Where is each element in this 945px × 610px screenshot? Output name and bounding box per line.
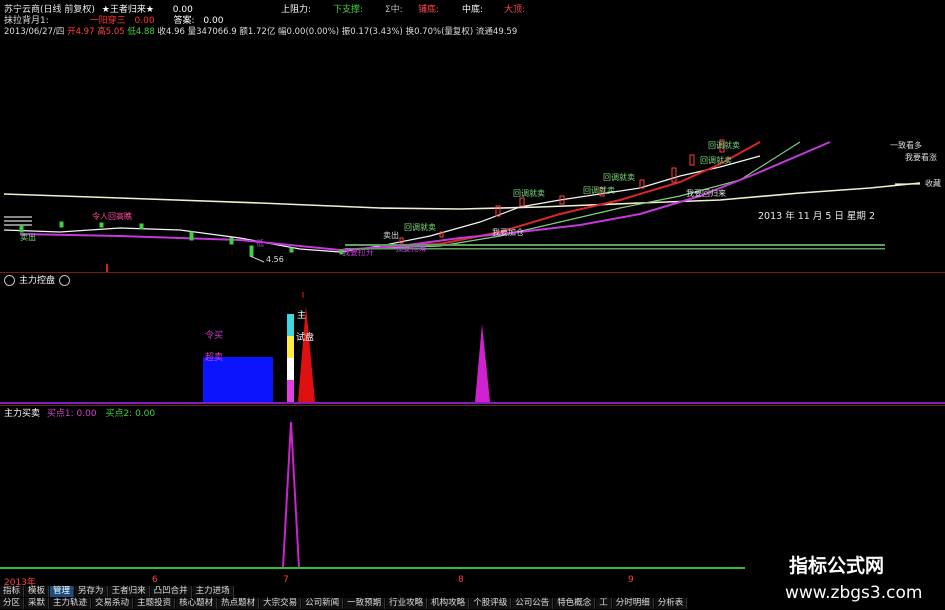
tab-template[interactable]: 模板: [25, 586, 50, 597]
zhong-label: Σ中:: [385, 5, 403, 15]
tab2-14[interactable]: 特色概念: [554, 598, 596, 609]
annot-low: 低: [256, 239, 264, 248]
annot-huitiao-4: 回调就卖: [583, 186, 615, 195]
annot-sell-right: 卖出: [383, 231, 399, 240]
panel2-chart[interactable]: [0, 286, 945, 404]
label-shi-pan: 试盘: [296, 333, 315, 343]
x-label-8: 8: [458, 575, 464, 585]
annot-la-sheng: 我要拉升: [342, 248, 374, 257]
panel-separator-1: [0, 272, 945, 273]
tab2-10[interactable]: 行业攻略: [386, 598, 428, 609]
ma-white: [3, 155, 761, 253]
annot-price-low: 4.56: [266, 255, 284, 264]
stack-magenta: [287, 380, 294, 402]
tab-save-as[interactable]: 另存为: [75, 586, 108, 597]
label-ling-mai: 令买: [205, 331, 224, 341]
tab2-7[interactable]: 大宗交易: [260, 598, 302, 609]
tab2-5[interactable]: 核心题材: [176, 598, 218, 609]
annot-qiang-chou: 我要抢筹: [395, 244, 427, 253]
tab2-6[interactable]: 热点题材: [218, 598, 260, 609]
panel2-dot-icon: [4, 275, 15, 286]
tab-merge[interactable]: 凸凹合并: [150, 586, 192, 597]
label-zhu: 主: [297, 311, 307, 321]
annot-gui-lai: 我要回归来: [686, 189, 726, 198]
annot-yi-zhi: 一致看多: [890, 141, 922, 150]
tab-wang-zhe[interactable]: 王者归来: [108, 586, 150, 597]
panel2-title: 主力控盘: [4, 273, 74, 286]
x-label-7: 7: [283, 575, 289, 585]
annot-huitiao-5: 回调就卖: [513, 189, 545, 198]
watermark: 指标公式网 www.zbgs3.com: [745, 547, 945, 609]
panel2-baseline: [0, 402, 945, 404]
annot-huitiao-2: 回调就卖: [700, 156, 732, 165]
tab2-17[interactable]: 分析表: [654, 598, 688, 609]
magenta-spike: [475, 324, 490, 402]
stack-cyan: [287, 314, 294, 336]
annot-ling-ren: 令人回高瞧: [92, 212, 132, 221]
date-stamp: 2013 年 11 月 5 日 星期 2: [758, 211, 875, 222]
support-label: 下支撑:: [333, 5, 364, 15]
tab2-1[interactable]: 采默: [25, 598, 50, 609]
annot-huitiao-1: 回调就卖: [708, 141, 740, 150]
tab2-16[interactable]: 分时明细: [612, 598, 654, 609]
left-bands: [4, 216, 32, 226]
tab2-13[interactable]: 公司公告: [512, 598, 554, 609]
tab2-4[interactable]: 主题投资: [134, 598, 176, 609]
tab2-12[interactable]: 个股评级: [470, 598, 512, 609]
tab2-9[interactable]: 一致预期: [344, 598, 386, 609]
stack-white: [287, 358, 294, 380]
annot-shou-cang: 收藏: [925, 179, 941, 188]
tab2-0[interactable]: 分区: [0, 598, 25, 609]
top-label: 大顶:: [504, 5, 526, 15]
watermark-url: www.zbgs3.com: [785, 583, 923, 603]
label-chao-mai: 超卖: [205, 353, 224, 363]
watermark-title: 指标公式网: [789, 555, 885, 577]
peak-label: 铺底:: [418, 5, 440, 15]
stack-yellow: [287, 336, 294, 358]
x-label-9: 9: [628, 575, 634, 585]
low-pointer: [249, 255, 265, 263]
tab-zhu-li[interactable]: 主力进场: [192, 586, 234, 597]
tab-indicator[interactable]: 指标: [0, 586, 25, 597]
tab2-15[interactable]: 工: [596, 598, 612, 609]
annot-sell-left: 卖出: [20, 233, 36, 242]
panel2-title-text: 主力控盘: [19, 276, 56, 286]
annot-kan-zhang: 我要看涨: [905, 153, 937, 162]
panel2-dot-icon-2: [59, 275, 71, 286]
tab2-11[interactable]: 机构攻略: [428, 598, 470, 609]
tab2-3[interactable]: 交易杀动: [92, 598, 134, 609]
annot-huitiao-6: 回调就卖: [404, 223, 436, 232]
blue-block: [203, 357, 273, 402]
price-chart[interactable]: [0, 36, 945, 272]
annot-huitiao-3: 回调就卖: [603, 173, 635, 182]
tab2-8[interactable]: 公司新闻: [302, 598, 344, 609]
x-label-6: 6: [152, 575, 158, 585]
resist-label: 上阻力:: [281, 5, 312, 15]
tab-manage[interactable]: 管理: [50, 586, 75, 597]
annot-jia-cang: 我要加仓: [492, 228, 524, 237]
panel3-spike: [282, 421, 300, 569]
tab2-2[interactable]: 主力轨迹: [50, 598, 92, 609]
mid-bottom-label: 中底:: [462, 5, 484, 15]
long-average-line: [3, 182, 921, 210]
